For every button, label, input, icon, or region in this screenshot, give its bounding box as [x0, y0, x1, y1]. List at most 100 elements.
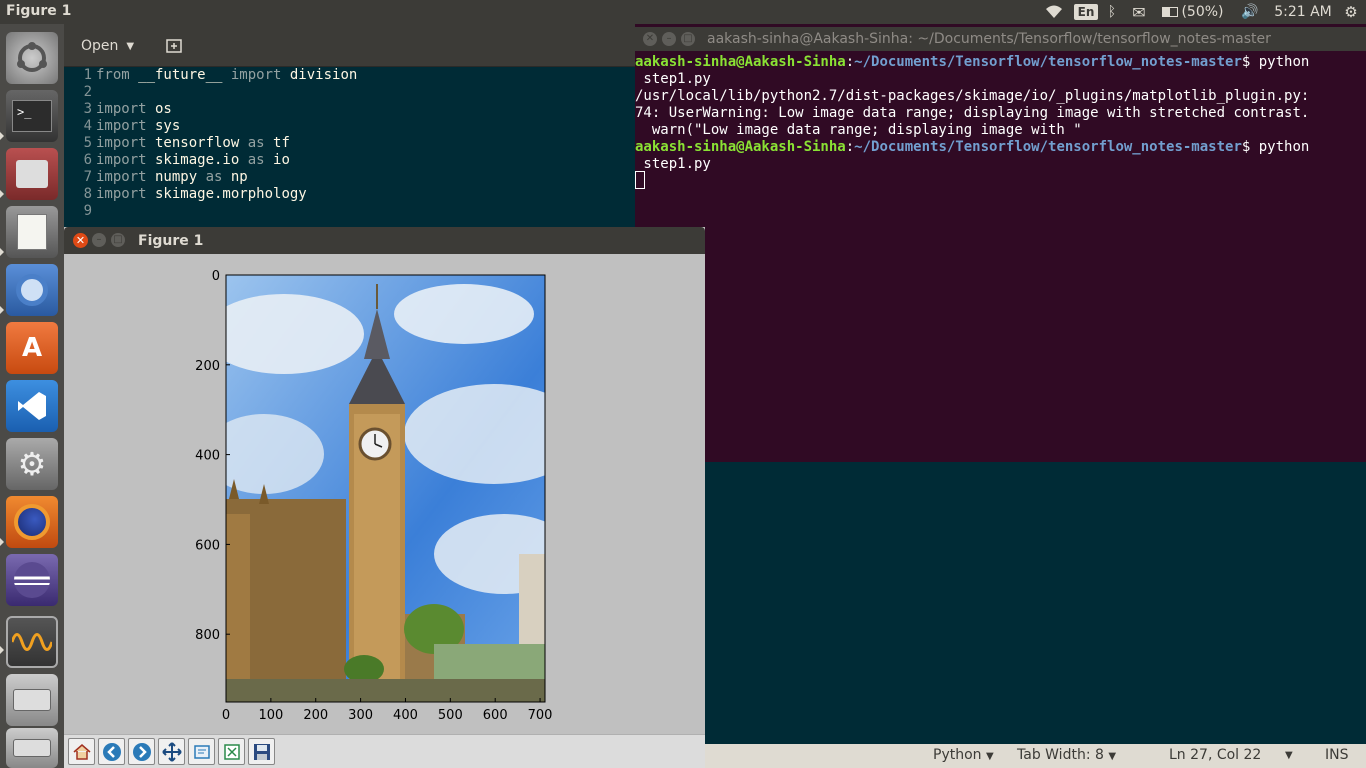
line-number: 2: [83, 84, 92, 100]
y-tick-label: 200: [195, 359, 220, 374]
minimize-icon[interactable]: –: [92, 233, 106, 247]
command-continuation: step1.py: [635, 156, 711, 172]
plot-area[interactable]: 0 100 200 300 400 500 600 700 0 200 400 600 800: [64, 254, 705, 734]
code-keyword: as: [247, 152, 265, 168]
firefox-icon[interactable]: [6, 496, 58, 548]
drive-icon-2[interactable]: [6, 728, 58, 768]
x-tick-label: 400: [393, 708, 418, 723]
new-tab-icon[interactable]: [160, 32, 188, 60]
code-keyword: import: [96, 135, 147, 151]
chevron-down-icon: ▼: [1108, 751, 1117, 762]
battery-percent: (50%): [1181, 4, 1224, 20]
prompt-user: aakash-sinha@Aakash-Sinha: [635, 54, 846, 70]
chromium-icon[interactable]: [6, 264, 58, 316]
home-icon[interactable]: [68, 738, 95, 765]
drive-icon[interactable]: [6, 674, 58, 726]
save-icon[interactable]: [248, 738, 275, 765]
text-editor-icon[interactable]: [6, 206, 58, 258]
line-number: 6: [83, 152, 92, 168]
ubuntu-dash-icon[interactable]: [6, 32, 58, 84]
maximize-icon[interactable]: □: [681, 32, 695, 46]
code-line: 9: [64, 203, 635, 220]
x-tick-label: 300: [348, 708, 373, 723]
x-tick-label: 500: [438, 708, 463, 723]
wifi-icon[interactable]: [1042, 0, 1066, 24]
power-gear-icon[interactable]: ⚙: [1340, 0, 1362, 24]
battery-indicator[interactable]: (50%): [1158, 0, 1228, 24]
line-number: 1: [83, 67, 92, 83]
oscilloscope-icon[interactable]: [6, 616, 58, 668]
code-keyword: from: [96, 67, 130, 83]
x-tick-label: 600: [483, 708, 508, 723]
open-button[interactable]: Open ▼: [70, 32, 140, 60]
close-icon[interactable]: ✕: [643, 32, 657, 46]
vscode-icon[interactable]: [6, 380, 58, 432]
chevron-down-icon[interactable]: ▼: [1285, 750, 1293, 761]
language-selector[interactable]: Python ▼: [933, 747, 994, 763]
close-icon[interactable]: ✕: [73, 233, 88, 248]
line-number: 7: [83, 169, 92, 185]
mail-icon[interactable]: ✉: [1127, 0, 1151, 24]
code-text: division: [281, 67, 358, 83]
tab-width-selector[interactable]: Tab Width: 8 ▼: [1017, 747, 1116, 763]
clock[interactable]: 5:21 AM: [1270, 0, 1336, 24]
back-icon[interactable]: [98, 738, 125, 765]
terminal-title: aakash-sinha@Aakash-Sinha: ~/Documents/T…: [707, 31, 1271, 47]
figure-title: Figure 1: [138, 233, 204, 249]
eclipse-icon[interactable]: [6, 554, 58, 606]
x-tick-label: 200: [303, 708, 328, 723]
code-line: 2: [64, 84, 635, 101]
zoom-icon[interactable]: [188, 738, 215, 765]
y-axis: 0 200 400 600 800: [195, 269, 230, 643]
forward-icon[interactable]: [128, 738, 155, 765]
figure-titlebar: ✕ – □ Figure 1: [64, 227, 705, 254]
warning-line: warn("Low image data range; displaying i…: [635, 122, 1082, 138]
tab-width-label: Tab Width: 8: [1017, 747, 1104, 763]
software-center-icon[interactable]: A: [6, 322, 58, 374]
file-manager-icon[interactable]: [6, 148, 58, 200]
code-text: tf: [264, 135, 290, 151]
code-text: io: [264, 152, 290, 168]
volume-icon[interactable]: 🔊: [1236, 0, 1264, 24]
code-line: 4 import sys: [64, 118, 635, 135]
code-line: 3 import os: [64, 101, 635, 118]
subplots-icon[interactable]: [218, 738, 245, 765]
figure-toolbar: [64, 734, 705, 768]
line-number: 5: [83, 135, 92, 151]
code-text: sys: [146, 118, 181, 134]
warning-line: /usr/local/lib/python2.7/dist-packages/s…: [635, 88, 1310, 104]
keyboard-lang-indicator[interactable]: En: [1073, 0, 1099, 24]
maximize-icon[interactable]: □: [111, 233, 125, 247]
code-keyword: import: [96, 186, 147, 202]
running-pip: [0, 306, 4, 314]
prompt-command: $ python: [1241, 54, 1310, 70]
pan-icon[interactable]: [158, 738, 185, 765]
unity-launcher: >_ A ⚙: [0, 24, 64, 768]
code-keyword: import: [96, 169, 147, 185]
system-settings-icon[interactable]: ⚙: [6, 438, 58, 490]
terminal-icon[interactable]: >_: [6, 90, 58, 142]
cursor-position: Ln 27, Col 22: [1169, 747, 1262, 763]
terminal-output[interactable]: aakash-sinha@Aakash-Sinha:~/Documents/Te…: [635, 51, 1366, 462]
prompt-line: aakash-sinha@Aakash-Sinha:~/Documents/Te…: [635, 139, 1310, 155]
chevron-down-icon: ▼: [985, 751, 994, 762]
command-continuation: step1.py: [635, 71, 711, 87]
image-plot: 0 100 200 300 400 500 600 700 0 200 400 600 800: [195, 269, 552, 723]
y-tick-label: 600: [195, 538, 220, 553]
code-keyword: import: [96, 101, 147, 117]
big-ben-image: [226, 275, 545, 702]
clock-time: 5:21 AM: [1274, 4, 1332, 20]
x-tick-label: 0: [222, 708, 230, 723]
code-text: np: [222, 169, 248, 185]
code-keyword: as: [205, 169, 223, 185]
code-text: os: [146, 101, 172, 117]
matplotlib-figure-window: ✕ – □ Figure 1 0 100 200 300 400 500 600…: [64, 227, 705, 768]
line-number: 4: [83, 118, 92, 134]
running-pip: [0, 538, 4, 546]
running-pip: [0, 190, 4, 198]
chevron-down-icon: ▼: [126, 40, 135, 52]
prompt-line: aakash-sinha@Aakash-Sinha:~/Documents/Te…: [635, 54, 1310, 70]
minimize-icon[interactable]: –: [662, 32, 676, 46]
bluetooth-icon[interactable]: ᛒ: [1102, 0, 1122, 24]
code-line: 6 import skimage.io as io: [64, 152, 635, 169]
